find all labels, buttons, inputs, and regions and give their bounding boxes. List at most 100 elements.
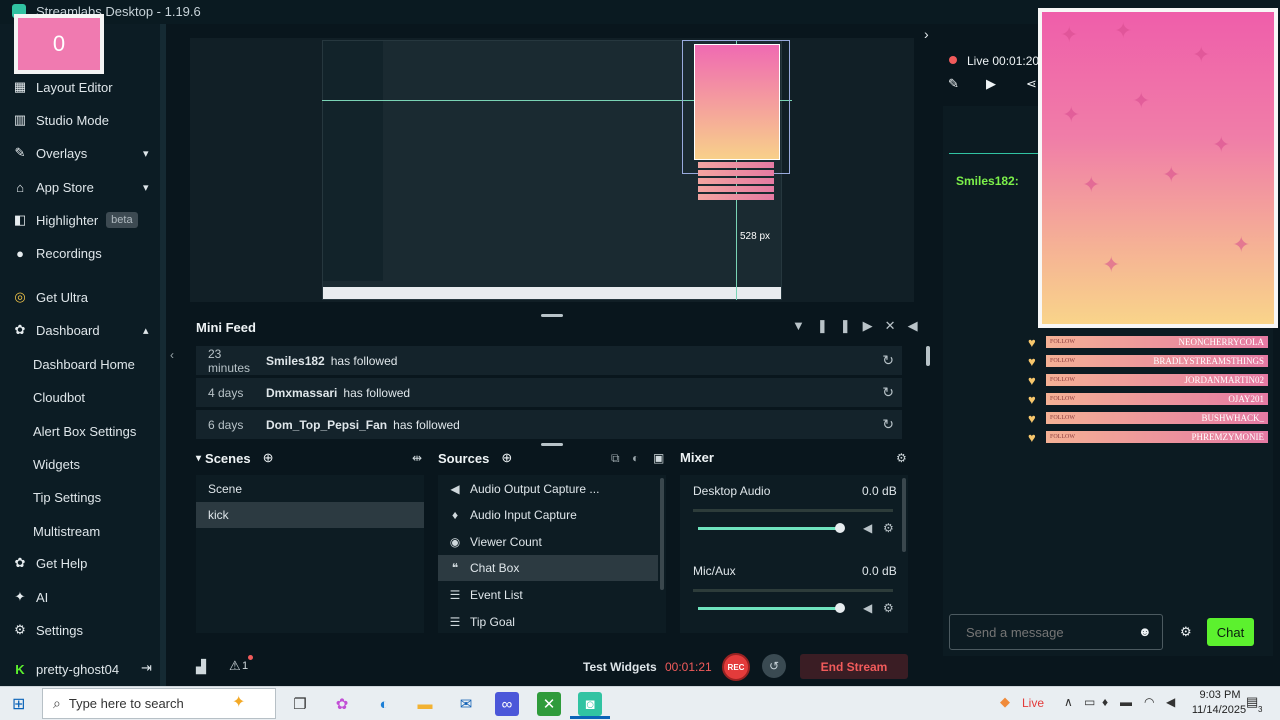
camera-icon[interactable]: ▶ xyxy=(986,76,996,92)
alert-row: ♥ FOLLOW JORDANMARTIN02 xyxy=(1028,373,1268,388)
sidebar-item-highlighter[interactable]: ◧ Highlighter beta xyxy=(12,209,138,231)
chevron-down-icon[interactable]: ▾ xyxy=(143,147,149,160)
source-item[interactable]: ◉ Viewer Count xyxy=(438,529,658,555)
sidebar-item-ai[interactable]: ✦ AI xyxy=(12,586,49,608)
pause-icon[interactable]: ❚❚ xyxy=(817,318,863,333)
live-tray-icon[interactable]: ◆ xyxy=(1000,694,1010,710)
chevron-down-icon[interactable]: ▾ xyxy=(143,181,149,194)
gear-icon[interactable]: ⚙ xyxy=(883,601,894,615)
add-scene-icon[interactable]: ⊕ xyxy=(263,450,274,466)
gear-icon[interactable]: ⚙ xyxy=(883,521,894,535)
chevron-up-icon[interactable]: ∧ xyxy=(1064,695,1073,709)
wifi-icon[interactable]: ◠ xyxy=(1144,695,1154,709)
sidebar-item-app-store[interactable]: ⌂ App Store xyxy=(12,176,94,198)
emoji-icon[interactable]: ☻ xyxy=(1138,624,1152,639)
sidebar-item-get-help[interactable]: ✿ Get Help xyxy=(12,552,88,574)
source-group-icon[interactable]: ⧉ xyxy=(611,451,620,466)
scene-item-selected[interactable]: kick xyxy=(196,502,424,528)
task-view-icon[interactable]: ❐ xyxy=(288,692,312,716)
volume-slider[interactable] xyxy=(698,527,838,530)
end-stream-button[interactable]: End Stream xyxy=(800,654,908,679)
scene-transitions-icon[interactable]: ⇹ xyxy=(412,451,422,465)
tray-app-icon[interactable]: ▭ xyxy=(1084,695,1095,709)
replay-icon[interactable]: ↻ xyxy=(882,352,894,369)
sidebar-item-get-ultra[interactable]: ◎ Get Ultra xyxy=(12,286,88,308)
volume-icon[interactable]: ◀ xyxy=(908,318,930,333)
volume-slider-knob[interactable] xyxy=(835,523,845,533)
sidebar-item-alert-box-settings[interactable]: Alert Box Settings xyxy=(33,424,136,439)
clock-time[interactable]: 9:03 PM xyxy=(1190,689,1250,701)
sidebar-item-recordings[interactable]: ● Recordings xyxy=(12,242,102,264)
test-widgets-button[interactable]: Test Widgets xyxy=(583,660,657,674)
battery-icon[interactable]: ▬ xyxy=(1120,695,1132,709)
gear-icon[interactable]: ⚙ xyxy=(896,451,907,465)
sidebar-item-overlays[interactable]: ✎ Overlays xyxy=(12,142,88,164)
filter-icon[interactable]: ▼ xyxy=(792,318,817,333)
sources-header: Sources ⊕ xyxy=(438,450,512,466)
volume-slider-knob[interactable] xyxy=(835,603,845,613)
share-icon[interactable]: ⋖ xyxy=(1026,76,1037,92)
gear-icon[interactable]: ⚙ xyxy=(1180,624,1192,640)
mixer-scrollbar[interactable] xyxy=(902,478,906,552)
scene-item[interactable]: Scene xyxy=(196,476,424,502)
sources-scrollbar[interactable] xyxy=(660,478,664,590)
sidebar-item-settings[interactable]: ⚙ Settings xyxy=(12,619,83,641)
sidebar-item-dashboard-home[interactable]: Dashboard Home xyxy=(33,357,135,372)
copilot-icon[interactable]: ✿ xyxy=(330,692,354,716)
alert-row: ♥ FOLLOW BUSHWHACK_ xyxy=(1028,411,1268,426)
clock-date[interactable]: 11/14/2025 xyxy=(1184,704,1254,716)
sidebar-item-widgets[interactable]: Widgets xyxy=(33,457,80,472)
skip-icon[interactable]: ▶ xyxy=(863,318,885,333)
outlook-icon[interactable]: ✉ xyxy=(454,692,478,716)
feed-scrollbar[interactable] xyxy=(926,346,930,366)
source-item[interactable]: ☰ Tip Goal xyxy=(438,609,658,635)
sparkle-icon[interactable]: ✦ xyxy=(232,692,245,712)
chevron-down-icon[interactable]: ▾ xyxy=(196,453,201,464)
volume-slider[interactable] xyxy=(698,607,838,610)
resize-handle[interactable] xyxy=(541,443,563,446)
sidebar-user[interactable]: K pretty-ghost04 xyxy=(12,658,119,680)
sidebar-item-cloudbot[interactable]: Cloudbot xyxy=(33,390,85,405)
sidebar-item-multistream[interactable]: Multistream xyxy=(33,524,100,539)
sidebar-item-tip-settings[interactable]: Tip Settings xyxy=(33,490,101,505)
sidebar-item-layout-editor[interactable]: ▦ Layout Editor xyxy=(12,76,113,98)
speaker-icon[interactable]: ◀ xyxy=(863,601,872,615)
source-item[interactable]: ◀ Audio Output Capture ... xyxy=(438,476,658,502)
mute-notifications-icon[interactable]: ✕ xyxy=(885,318,908,333)
replay-buffer-button[interactable]: ↺ xyxy=(762,654,786,678)
sidebar-item-studio-mode[interactable]: ▥ Studio Mode xyxy=(12,109,109,131)
logout-icon[interactable]: ⇥ xyxy=(141,660,152,676)
windows-start-icon[interactable]: ⊞ xyxy=(12,694,25,714)
source-properties-icon[interactable]: ◐ xyxy=(632,451,639,465)
warning-icon[interactable]: ⚠ xyxy=(229,658,241,674)
chevron-left-icon[interactable]: ‹ xyxy=(170,348,174,362)
replay-icon[interactable]: ↻ xyxy=(882,384,894,401)
tray-live-label[interactable]: Live xyxy=(1022,696,1044,710)
file-explorer-icon[interactable]: ▬ xyxy=(413,692,437,716)
chevron-up-icon[interactable]: ▴ xyxy=(143,324,149,337)
volume-icon[interactable]: ◀ xyxy=(1166,695,1175,709)
sidebar-item-dashboard[interactable]: ✿ Dashboard xyxy=(12,319,100,341)
source-item[interactable]: ☰ Event List xyxy=(438,582,658,608)
source-item[interactable]: ♦ Audio Input Capture xyxy=(438,502,658,528)
sidebar-scrollbar[interactable] xyxy=(160,24,166,686)
pencil-icon[interactable]: ✎ xyxy=(948,76,959,92)
visual-studio-icon[interactable]: ∞ xyxy=(495,692,519,716)
streamlabs-taskbar-icon[interactable]: ◙ xyxy=(578,692,602,716)
folder-icon[interactable]: ▣ xyxy=(653,451,664,465)
resize-handle[interactable] xyxy=(541,314,563,317)
add-source-icon[interactable]: ⊕ xyxy=(501,450,512,466)
chat-input[interactable] xyxy=(949,614,1163,650)
notifications-icon[interactable]: ▤ xyxy=(1246,694,1258,710)
edge-icon[interactable]: ◐ xyxy=(372,692,396,716)
stats-icon[interactable]: ▟ xyxy=(196,659,206,675)
feed-action: has followed xyxy=(330,353,398,368)
replay-icon[interactable]: ↻ xyxy=(882,416,894,433)
record-button[interactable]: REC xyxy=(722,653,750,681)
source-item-selected[interactable]: ❝ Chat Box xyxy=(438,555,658,581)
xbox-icon[interactable]: ✕ xyxy=(537,692,561,716)
chat-send-button[interactable]: Chat xyxy=(1207,618,1254,646)
microphone-icon[interactable]: ♦ xyxy=(1102,695,1108,709)
chevron-right-icon[interactable]: › xyxy=(924,26,929,42)
speaker-icon[interactable]: ◀ xyxy=(863,521,872,535)
